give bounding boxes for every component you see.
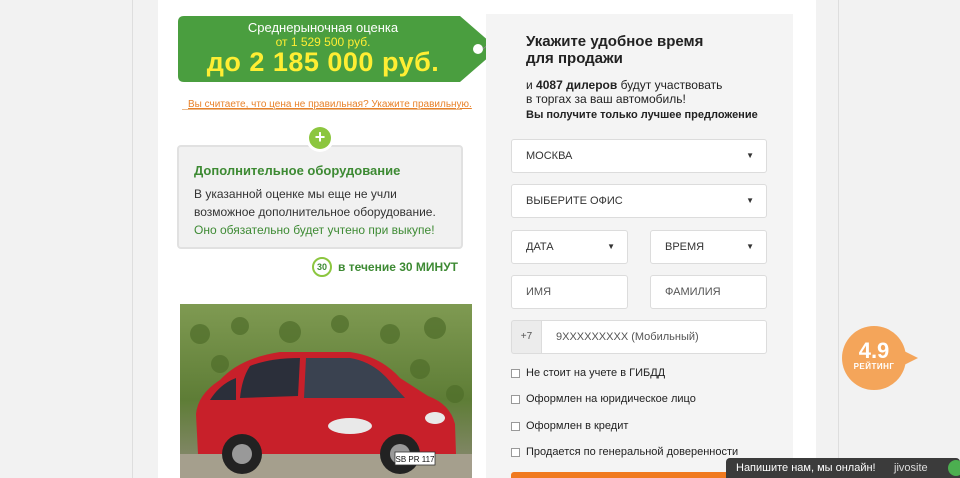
- caret-down-icon: ▼: [746, 242, 754, 251]
- checkbox-power-of-attorney[interactable]: Продается по генеральной доверенности: [511, 444, 738, 460]
- dealers-suffix: будут участвовать: [620, 78, 723, 92]
- checkbox-label: Не стоит на учете в ГИБДД: [526, 367, 666, 379]
- time-select-value: ВРЕМЯ: [665, 241, 705, 253]
- office-select[interactable]: ВЫБЕРИТЕ ОФИС ▼: [511, 184, 767, 218]
- checkbox-box[interactable]: [511, 447, 520, 457]
- timer-minutes: 30 МИНУТ: [399, 260, 459, 274]
- checkbox-box[interactable]: [511, 368, 520, 378]
- price-to: до 2 185 000 руб.: [206, 47, 440, 77]
- checkbox-box[interactable]: [511, 421, 520, 431]
- date-select-value: ДАТА: [526, 241, 554, 253]
- timer-30-icon: 30: [312, 257, 332, 277]
- car-plate-text: SB PR 117: [396, 455, 436, 464]
- page-edge-right: [838, 0, 839, 478]
- office-select-value: ВЫБЕРИТЕ ОФИС: [526, 195, 623, 207]
- plus-icon: +: [309, 127, 331, 149]
- caret-down-icon: ▼: [607, 242, 615, 251]
- first-name-input[interactable]: ИМЯ: [511, 275, 628, 309]
- first-name-placeholder: ИМЯ: [526, 286, 552, 298]
- chat-text: Напишите нам, мы онлайн!: [736, 462, 876, 474]
- date-select[interactable]: ДАТА ▼: [511, 230, 628, 264]
- price-label: Среднерыночная оценка: [247, 20, 399, 35]
- checkbox-label: Оформлен на юридическое лицо: [526, 393, 696, 405]
- phone-prefix: +7: [511, 320, 541, 354]
- caret-down-icon: ▼: [746, 196, 754, 205]
- rating-value: 4.9: [858, 338, 890, 363]
- timer: 30 в течение 30 МИНУТ: [312, 256, 458, 278]
- checkbox-label: Продается по генеральной доверенности: [526, 446, 739, 458]
- extra-equipment-title: Дополнительное оборудование: [194, 163, 401, 178]
- chat-brand: jivosite: [894, 462, 928, 474]
- dealers-info: и 4087 дилеров будут участвовать в торга…: [526, 78, 766, 106]
- timer-prefix: в течение: [338, 260, 396, 274]
- extra-equipment-box: Дополнительное оборудование В указанной …: [177, 145, 463, 249]
- extra-equipment-note: Оно обязательно будет учтено при выкупе!: [194, 223, 435, 237]
- car-photo: SB PR 117: [180, 304, 472, 478]
- checkbox-box[interactable]: [511, 394, 520, 404]
- checkbox-credit[interactable]: Оформлен в кредит: [511, 418, 628, 434]
- phone-input[interactable]: 9XXXXXXXXX (Мобильный): [541, 320, 767, 354]
- dealers-prefix: и: [526, 78, 533, 92]
- extra-equipment-desc: В указанной оценке мы еще не учли возмож…: [194, 187, 436, 219]
- car-photo-image: SB PR 117: [180, 304, 472, 478]
- price-tag: Среднерыночная оценка от 1 529 500 руб. …: [178, 16, 498, 82]
- form-title-line1: Укажите удобное время: [526, 33, 704, 50]
- checkbox-not-registered[interactable]: Не стоит на учете в ГИБДД: [511, 365, 665, 381]
- best-offer-text: Вы получите только лучшее предложение: [526, 109, 758, 121]
- dealers-count: 4087 дилеров: [536, 78, 618, 92]
- page-edge-left: [132, 0, 133, 478]
- form-title-line2: для продажи: [526, 50, 623, 67]
- dealers-line1: и 4087 дилеров будут участвовать: [526, 78, 766, 92]
- city-select-value: МОСКВА: [526, 150, 573, 162]
- last-name-placeholder: ФАМИЛИЯ: [665, 286, 721, 298]
- phone-placeholder: 9XXXXXXXXX (Мобильный): [556, 331, 699, 343]
- checkbox-legal-entity[interactable]: Оформлен на юридическое лицо: [511, 391, 696, 407]
- timer-text: в течение 30 МИНУТ: [338, 260, 458, 274]
- chat-status-icon: [948, 460, 960, 476]
- extra-equipment-text: В указанной оценке мы еще не учли возмож…: [194, 185, 446, 239]
- checkbox-label: Оформлен в кредит: [526, 420, 629, 432]
- time-select[interactable]: ВРЕМЯ ▼: [650, 230, 767, 264]
- rating-badge[interactable]: 4.9 РЕЙТИНГ: [842, 326, 906, 390]
- city-select[interactable]: МОСКВА ▼: [511, 139, 767, 173]
- chat-widget[interactable]: Напишите нам, мы онлайн! jivosite: [726, 458, 960, 478]
- rating-label: РЕЙТИНГ: [853, 362, 895, 371]
- divider-line: [182, 109, 462, 110]
- caret-down-icon: ▼: [746, 151, 754, 160]
- last-name-input[interactable]: ФАМИЛИЯ: [650, 275, 767, 309]
- dealers-line2: в торгах за ваш автомобиль!: [526, 92, 686, 106]
- form-title: Укажите удобное время для продажи: [526, 33, 756, 67]
